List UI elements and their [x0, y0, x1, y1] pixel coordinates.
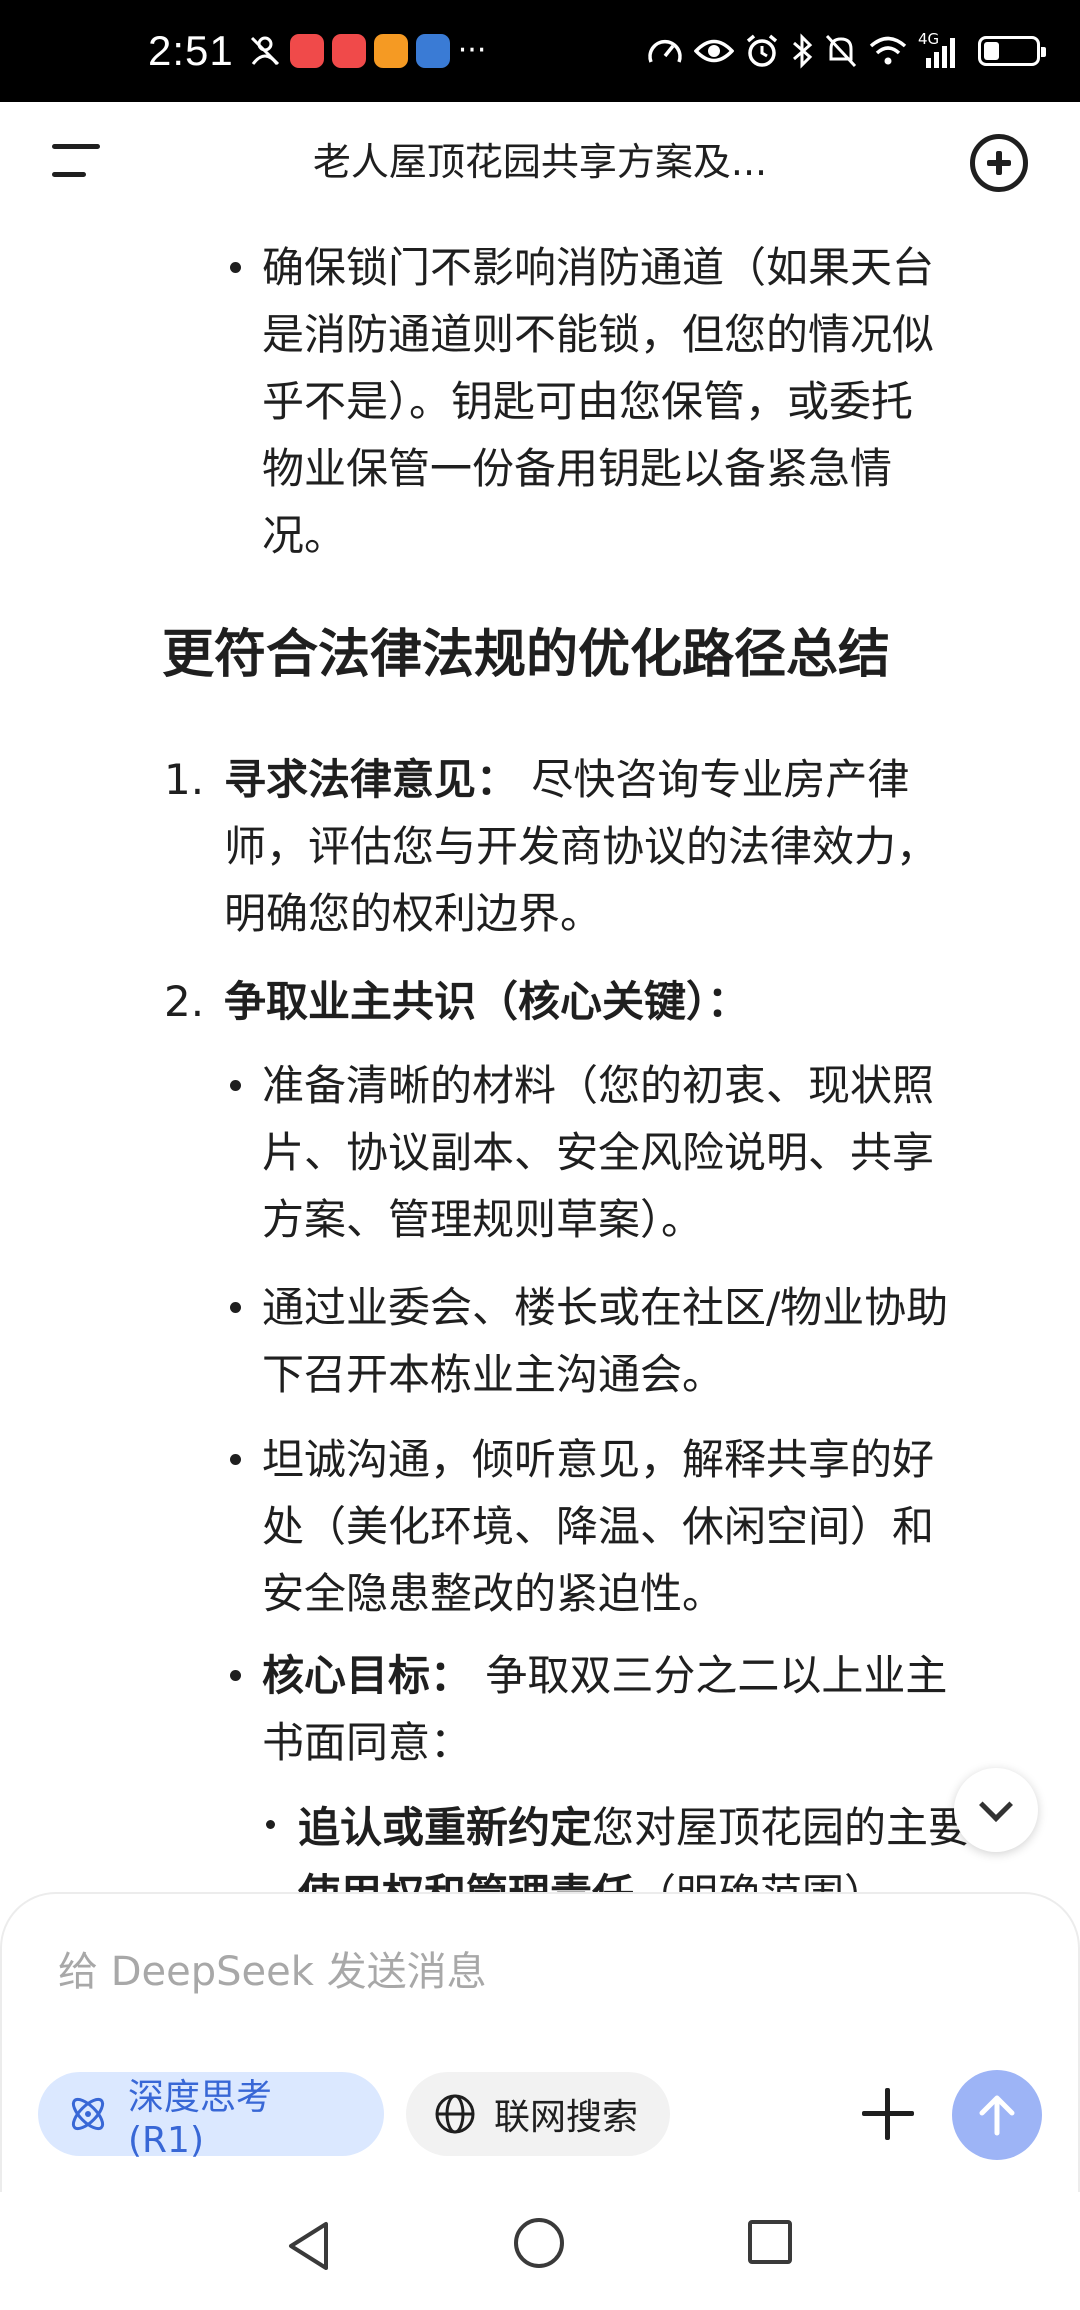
deep-think-toggle[interactable]: 深度思考 (R1): [38, 2072, 384, 2161]
bullet-dot: [230, 262, 241, 273]
bluetooth-icon: [793, 33, 813, 69]
list-item: 核心目标： 争取双三分之二以上业主 书面同意：: [262, 1651, 948, 1767]
web-search-label: 联网搜索: [494, 2097, 639, 2138]
section-heading: 更符合法律法规的优化路径总结: [162, 625, 891, 685]
arrow-up-icon: [979, 2095, 1015, 2136]
battery-icon: [978, 36, 1046, 66]
list-item: 坦诚沟通，倾听意见，解释共享的好 处（美化环境、降温、休闲空间）和 安全隐患整改…: [262, 1435, 935, 1618]
eye-icon: [694, 39, 734, 63]
silent-person-icon: [250, 36, 279, 66]
system-nav-bar: [0, 2192, 1080, 2310]
new-chat-button[interactable]: [970, 134, 1028, 192]
globe-icon: [435, 2094, 475, 2134]
app-icon-orange: [373, 34, 408, 68]
chat-message-content: 确保锁门不影响消防通道（如果天台 是消防通道则不能锁，但您的情况似 乎不是）。钥…: [0, 222, 1080, 1892]
chevron-down-icon: [979, 1788, 1013, 1822]
bullet-dot: [266, 1820, 275, 1829]
wifi-icon: [869, 36, 907, 65]
recents-square-button[interactable]: [748, 2220, 792, 2264]
bullet-dot: [230, 1454, 241, 1465]
message-composer: 深度思考 (R1) 联网搜索: [0, 1892, 1080, 2192]
alarm-icon: [746, 34, 778, 67]
menu-button[interactable]: [52, 142, 104, 182]
more-dots-icon: ···: [457, 33, 487, 68]
bullet-dot: [230, 1302, 241, 1313]
scroll-to-bottom-button[interactable]: [954, 1768, 1038, 1852]
status-right-icons: 4G: [646, 30, 1046, 69]
bullet-dot: [230, 1080, 241, 1091]
attach-button[interactable]: [860, 2086, 916, 2142]
list-item: 通过业委会、楼长或在社区/物业协助 下召开本栋业主沟通会。: [262, 1283, 949, 1399]
web-search-toggle[interactable]: 联网搜索: [406, 2072, 670, 2156]
list-item: 确保锁门不影响消防通道（如果天台 是消防通道则不能锁，但您的情况似 乎不是）。钥…: [262, 243, 935, 560]
app-root: 2:51 ··· 4G 老人屋顶花园共享方案及... 确保锁门不影响消防通道（如…: [0, 0, 1080, 2310]
app-icon-red: [331, 34, 366, 68]
network-type-label: 4G: [918, 30, 940, 48]
send-button[interactable]: [952, 2070, 1042, 2160]
status-time: 2:51: [148, 27, 234, 74]
home-circle-button[interactable]: [514, 2218, 564, 2268]
app-icon-red: [289, 34, 324, 68]
list-number: 2.: [164, 977, 205, 1026]
bell-muted-icon: [825, 34, 857, 68]
list-item: 准备清晰的材料（您的初衷、现状照 片、协议副本、安全风险说明、共享 方案、管理规…: [262, 1061, 935, 1244]
message-input[interactable]: [58, 1942, 938, 2002]
status-left-icons: ···: [248, 33, 487, 68]
chat-header: 老人屋顶花园共享方案及...: [0, 102, 1080, 222]
deep-think-label: 深度思考 (R1): [128, 2076, 273, 2161]
speed-gauge-icon: [648, 39, 682, 63]
list-item: 寻求法律意见： 尽快咨询专业房产律 师，评估您与开发商协议的法律效力， 明确您的…: [224, 755, 939, 938]
back-triangle-icon[interactable]: [286, 2220, 332, 2272]
cell-signal-icon: 4G: [918, 30, 962, 68]
list-number: 1.: [164, 755, 205, 804]
atom-icon: [71, 2097, 105, 2131]
app-icon-blue: [415, 34, 450, 68]
bullet-dot: [230, 1670, 241, 1681]
chat-title: 老人屋顶花园共享方案及...: [312, 140, 768, 184]
list-item: 争取业主共识（核心关键）：: [224, 977, 750, 1026]
battery-level: [984, 42, 999, 60]
status-bar: 2:51 ··· 4G: [0, 0, 1080, 102]
